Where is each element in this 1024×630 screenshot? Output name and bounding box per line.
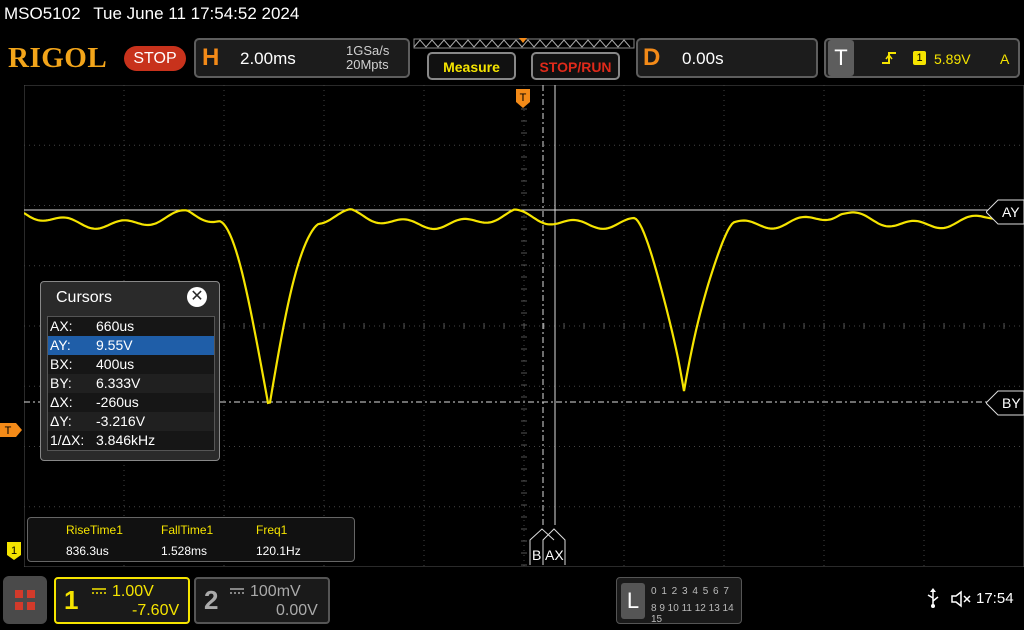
channel1-settings[interactable]: 1 1.00V -7.60V — [54, 577, 190, 624]
measurement-value: 1.528ms — [161, 544, 208, 558]
cursors-panel: Cursors ✕ AX: 660us AY: 9.55V BX: 400us BY:… — [40, 281, 220, 461]
channel2-number: 2 — [204, 585, 219, 615]
horizontal-letter: H — [202, 44, 220, 71]
rising-edge-icon — [882, 52, 896, 64]
svg-text:T: T — [5, 425, 12, 437]
svg-text:AY: AY — [1002, 204, 1020, 220]
cursor-row-dy: ΔY: -3.216V — [48, 412, 214, 431]
dc-coupling-icon — [230, 588, 244, 594]
cursor-row-inv-dx: 1/ΔX: 3.846kHz — [48, 431, 214, 450]
cursor-ay-tag[interactable]: AY — [986, 199, 1024, 225]
channel2-settings[interactable]: 2 100mV 0.00V — [194, 577, 330, 624]
stop-run-button[interactable]: STOP/RUN — [531, 52, 620, 80]
rigol-logo: RIGOL — [8, 42, 108, 74]
measurement-name: FallTime1 — [161, 523, 214, 537]
run-state-badge[interactable]: STOP — [124, 46, 186, 71]
measurement-name: RiseTime1 — [66, 523, 123, 537]
svg-text:AX: AX — [545, 547, 564, 563]
cursor-by-tag[interactable]: BY — [986, 390, 1024, 416]
cursor-x-tags[interactable]: B AX — [528, 528, 574, 566]
logic-channels-row1: 0 1 2 3 4 5 6 7 — [651, 586, 730, 597]
trigger-level: 5.89V — [934, 51, 971, 67]
trigger-marker-glyph: T — [520, 92, 527, 104]
time-scale: 2.00ms — [240, 49, 296, 68]
memory-depth: 20Mpts — [346, 57, 389, 72]
channel1-offset-marker[interactable]: 1 — [6, 541, 24, 561]
measurement-value: 836.3us — [66, 544, 109, 558]
title-line: MSO5102 Tue June 11 17:54:52 2024 — [4, 4, 299, 24]
close-icon[interactable]: ✕ — [187, 287, 207, 307]
delay-value: 0.00s — [682, 49, 724, 68]
cursor-readout-list: AX: 660us AY: 9.55V BX: 400us BY: 6.333V ΔX:… — [47, 316, 215, 451]
trigger-level-marker[interactable]: T — [0, 422, 24, 438]
measurement-value: 120.1Hz — [256, 544, 301, 558]
memory-overview — [413, 38, 635, 49]
trigger-position-marker[interactable]: T — [515, 88, 531, 110]
channel2-scale: 100mV — [250, 583, 301, 600]
cursor-row-ay[interactable]: AY: 9.55V — [48, 336, 214, 355]
cursor-row-ax[interactable]: AX: 660us — [48, 317, 214, 336]
measurement-name: Freq1 — [256, 523, 288, 537]
sample-rate: 1GSa/s — [346, 43, 390, 58]
cursor-row-dx: ΔX: -260us — [48, 393, 214, 412]
cursors-title: Cursors — [56, 289, 113, 306]
measure-button[interactable]: Measure — [427, 52, 516, 80]
menu-grid-icon[interactable] — [3, 576, 47, 624]
channel1-number: 1 — [64, 585, 79, 615]
channel2-offset: 0.00V — [276, 602, 318, 619]
logic-channels-row2: 8 9 10 11 12 13 14 15 — [651, 603, 734, 625]
cursor-row-by[interactable]: BY: 6.333V — [48, 374, 214, 393]
delay-settings[interactable] — [636, 38, 818, 78]
mute-icon[interactable] — [950, 590, 972, 608]
svg-text:B: B — [532, 547, 541, 563]
dc-coupling-icon — [92, 588, 106, 594]
channel1-offset: -7.60V — [132, 602, 180, 619]
datetime: Tue June 11 17:54:52 2024 — [93, 4, 300, 23]
delay-letter: D — [643, 44, 661, 71]
cursor-row-bx[interactable]: BX: 400us — [48, 355, 214, 374]
usb-icon — [927, 588, 939, 608]
measurement-panel[interactable]: RiseTime1 836.3us FallTime1 1.528ms Freq… — [27, 517, 355, 562]
svg-text:1: 1 — [11, 545, 17, 557]
logic-analyzer-settings[interactable]: L 0 1 2 3 4 5 6 7 8 9 10 11 12 13 14 15 — [616, 577, 742, 625]
trigger-mode: A — [1000, 51, 1010, 67]
svg-text:BY: BY — [1002, 395, 1021, 411]
logic-letter: L — [621, 583, 645, 619]
system-clock: 17:54 — [976, 590, 1014, 607]
trigger-letter: T — [828, 40, 854, 76]
channel1-scale: 1.00V — [112, 583, 154, 600]
trigger-source: 1 — [913, 51, 926, 65]
model-name: MSO5102 — [4, 4, 81, 23]
